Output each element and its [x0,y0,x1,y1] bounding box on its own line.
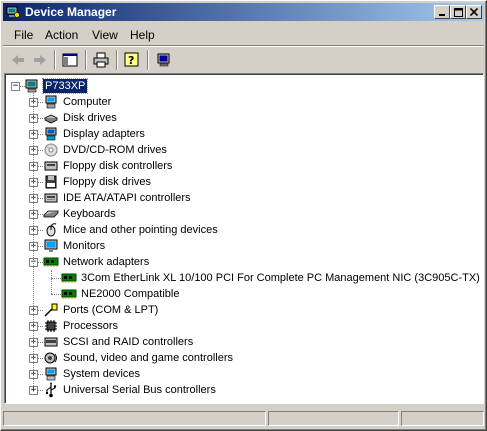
show-hide-tree-button[interactable] [59,49,81,71]
device-manager-window: Device Manager File Action View Help ? −… [0,0,487,431]
processor-icon [45,320,57,332]
tree-category-label[interactable]: Universal Serial Bus controllers [61,383,218,397]
tree-category-label[interactable]: Display adapters [61,127,147,141]
network-card-icon [61,289,77,299]
toolbar-divider [147,50,149,70]
window-title: Device Manager [25,5,117,19]
title-bar[interactable]: Device Manager [3,3,484,21]
forward-button[interactable] [29,49,51,71]
tree-device-label[interactable]: 3Com EtherLink XL 10/100 PCI For Complet… [79,271,482,285]
scsi-icon [44,337,58,347]
show-hide-console-tree-icon [62,53,78,67]
print-button[interactable] [90,49,112,71]
menu-help[interactable]: Help [124,26,161,44]
tree-connector-vertical [51,270,52,294]
tree-category-label[interactable]: Processors [61,319,120,333]
computer-icon [45,95,57,109]
svg-text:?: ? [128,54,134,67]
menu-view[interactable]: View [86,26,124,44]
help-icon: ? [124,52,139,67]
system-device-icon [45,367,57,381]
floppy-drive-icon [45,175,57,189]
tree-connector-vertical [33,91,34,386]
keyboard-icon [43,210,59,218]
close-button[interactable] [466,5,482,19]
toolbar-divider [85,50,87,70]
tree-category-label[interactable]: Mice and other pointing devices [61,223,220,237]
device-manager-icon [6,6,20,18]
menu-file[interactable]: File [8,26,39,44]
expander-16[interactable]: + [29,386,38,395]
tree-category-label[interactable]: Ports (COM & LPT) [61,303,160,317]
floppy-controller-icon [44,161,58,171]
minimize-icon [439,14,445,16]
toolbar-divider [54,50,56,70]
tree-device-label[interactable]: NE2000 Compatible [79,287,181,301]
minimize-button[interactable] [434,5,450,19]
maximize-button[interactable] [450,5,466,19]
ide-controller-icon [44,193,58,203]
root-expander[interactable]: − [11,82,20,91]
tree-category-label[interactable]: Floppy disk controllers [61,159,174,173]
tree-category-label[interactable]: Monitors [61,239,107,253]
tree-category-label[interactable]: DVD/CD-ROM drives [61,143,169,157]
network-adapter-icon [43,257,59,267]
mouse-icon [46,223,57,237]
properties-button[interactable] [153,49,175,71]
maximize-icon [453,7,463,17]
toolbar: ? [3,47,484,73]
status-pane-right [401,411,484,426]
menu-bar: File Action View Help [3,23,484,44]
network-card-icon [61,273,77,283]
tree-root-label[interactable]: P733XP [41,78,89,94]
tree-category-label[interactable]: SCSI and RAID controllers [61,335,195,349]
tree-connector-horizontal [51,294,61,295]
help-button[interactable]: ? [121,49,143,71]
monitor-icon [44,239,58,252]
tree-category-label[interactable]: IDE ATA/ATAPI controllers [61,191,193,205]
tree-category-label[interactable]: Disk drives [61,111,119,125]
close-icon [470,8,478,16]
port-icon [44,303,58,317]
back-icon [12,55,24,65]
tree-category-label[interactable]: Network adapters [61,255,151,269]
toolbar-divider [116,50,118,70]
display-adapter-icon [45,127,57,141]
computer-properties-icon [157,53,170,67]
tree-connector-horizontal [51,278,61,279]
status-pane-main [3,411,266,426]
status-bar [3,410,484,428]
tree-category-label[interactable]: Computer [61,95,113,109]
cdrom-icon [44,143,58,157]
forward-icon [34,55,46,65]
tree-category-label[interactable]: System devices [61,367,142,381]
back-button[interactable] [7,49,29,71]
disk-drive-icon [44,114,58,124]
tree-category-label[interactable]: Floppy disk drives [61,175,153,189]
device-tree[interactable]: − P733XP + Computer + Disk drives + Display ada… [4,73,484,404]
status-pane-middle [268,411,399,426]
sound-icon [44,352,57,364]
tree-category-label[interactable]: Keyboards [61,207,118,221]
print-icon [93,52,109,68]
menu-action[interactable]: Action [39,26,84,44]
usb-icon [46,382,57,398]
tree-category-label[interactable]: Sound, video and game controllers [61,351,235,365]
